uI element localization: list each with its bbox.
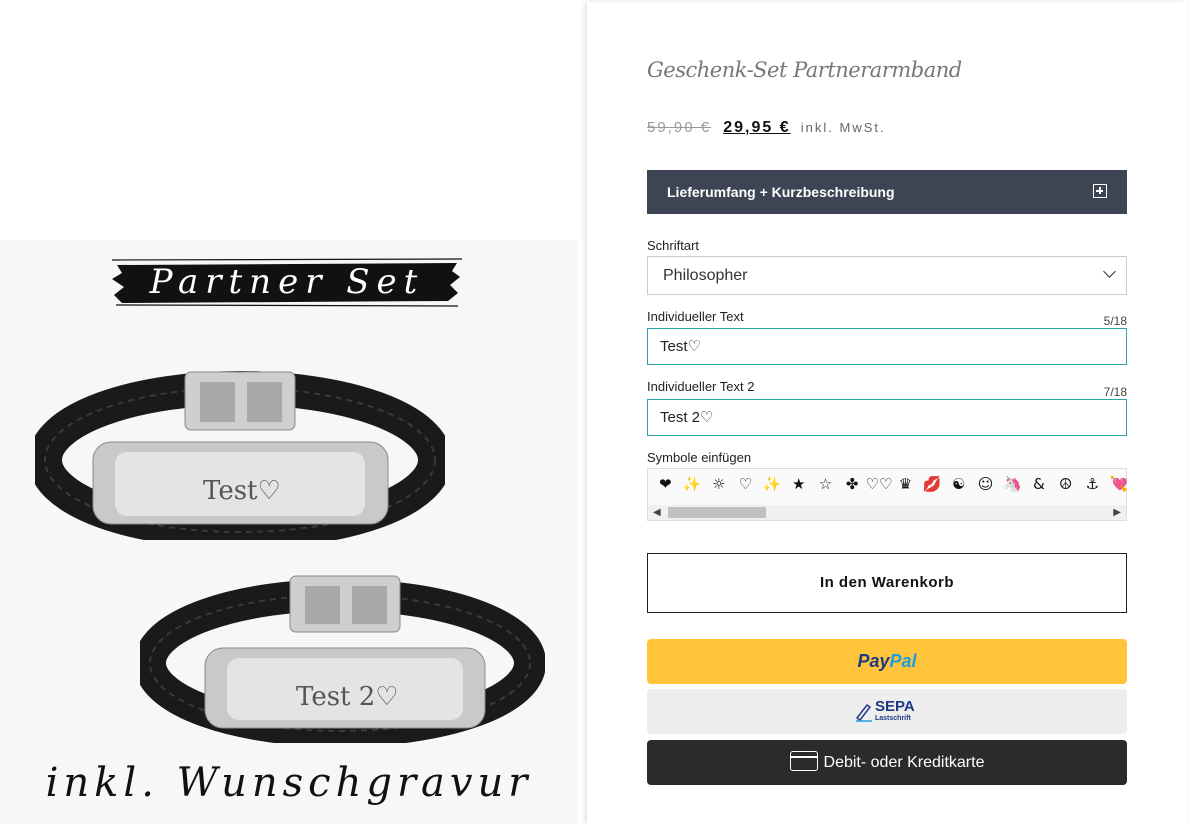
- sepa-button[interactable]: SEPA Lastschrift: [647, 689, 1127, 734]
- scroll-left-icon[interactable]: ◀: [653, 505, 661, 520]
- banner-text: Partner Set: [149, 262, 425, 302]
- old-price: 59,90 €: [647, 119, 712, 136]
- tax-note: inkl. MwSt.: [800, 120, 886, 135]
- symbol-star-outline[interactable]: ☆: [812, 475, 839, 499]
- font-select[interactable]: Philosopher: [647, 256, 1127, 295]
- symbol-lips[interactable]: 💋: [919, 475, 946, 499]
- symbol-row: ❤ ✨ ☼ ♡ ✨ ★ ☆ ✤ ♡♡ ♛ 💋 ☯ ☺ 🦄 & ☮ ⚓ 💘: [652, 475, 1132, 499]
- product-title: Geschenk-Set Partnerarmband: [647, 58, 962, 82]
- paypal-logo-pal: Pal: [889, 651, 917, 671]
- sepa-subtext: Lastschrift: [875, 715, 911, 722]
- symbols-label: Symbole einfügen: [647, 450, 752, 465]
- symbol-heart[interactable]: ❤: [652, 475, 679, 499]
- accordion-label: Lieferumfang + Kurzbeschreibung: [667, 184, 895, 200]
- pen-icon: [855, 703, 872, 722]
- symbol-yin-yang[interactable]: ☯: [946, 475, 973, 499]
- product-image-panel: Partner Set Test♡ Test 2♡ inkl. Wunschgr…: [0, 0, 578, 824]
- engraving-2: Test 2♡: [296, 682, 399, 712]
- text2-input[interactable]: Test 2♡: [647, 399, 1127, 436]
- paypal-logo-pay: Pay: [857, 651, 890, 671]
- symbol-smiley[interactable]: ☺: [972, 475, 999, 499]
- bracelet-2: [140, 575, 545, 743]
- symbol-heart-arrow[interactable]: 💘: [1106, 475, 1133, 499]
- sale-price: 29,95 €: [723, 119, 791, 136]
- product-photo: Partner Set Test♡ Test 2♡ inkl. Wunschgr…: [0, 240, 578, 824]
- symbol-sun[interactable]: ☼: [705, 475, 732, 499]
- symbol-anchor[interactable]: ⚓: [1079, 475, 1106, 499]
- symbol-scrollbar[interactable]: ◀ ▶: [648, 505, 1126, 520]
- symbol-peace[interactable]: ☮: [1052, 475, 1079, 499]
- symbol-unicorn[interactable]: 🦄: [999, 475, 1026, 499]
- card-payment-button[interactable]: Debit- oder Kreditkarte: [647, 740, 1127, 785]
- symbol-stars[interactable]: ✨: [759, 475, 786, 499]
- engraving-tagline: inkl. Wunschgravur: [45, 760, 533, 806]
- accordion-delivery-scope[interactable]: Lieferumfang + Kurzbeschreibung: [647, 170, 1127, 214]
- symbol-heart-outline[interactable]: ♡: [732, 475, 759, 499]
- text1-input[interactable]: Test♡: [647, 328, 1127, 365]
- scroll-right-icon[interactable]: ▶: [1113, 505, 1121, 520]
- sepa-text: SEPA: [875, 698, 915, 715]
- text1-counter: 5/18: [1103, 314, 1127, 328]
- text1-value: Test♡: [660, 338, 701, 355]
- text2-label: Individueller Text 2: [647, 379, 755, 394]
- chevron-down-icon: [1103, 265, 1116, 278]
- bracelet-1: [35, 371, 445, 540]
- paypal-button[interactable]: PayPal: [647, 639, 1127, 684]
- font-select-label: Schriftart: [647, 238, 700, 253]
- text2-counter: 7/18: [1103, 385, 1127, 399]
- product-form-panel: Geschenk-Set Partnerarmband 59,90 € 29,9…: [587, 2, 1187, 824]
- engraving-1: Test♡: [203, 476, 281, 506]
- price-block: 59,90 € 29,95 € inkl. MwSt.: [647, 119, 886, 137]
- symbol-clover[interactable]: ✤: [839, 475, 866, 499]
- symbol-star[interactable]: ★: [785, 475, 812, 499]
- add-to-cart-button[interactable]: In den Warenkorb: [647, 553, 1127, 613]
- symbol-picker: ❤ ✨ ☼ ♡ ✨ ★ ☆ ✤ ♡♡ ♛ 💋 ☯ ☺ 🦄 & ☮ ⚓ 💘 ◀ ▶: [647, 468, 1128, 521]
- symbol-ampersand[interactable]: &: [1026, 475, 1053, 499]
- symbol-sparkles[interactable]: ✨: [679, 475, 706, 499]
- font-select-value: Philosopher: [663, 267, 748, 284]
- text2-value: Test 2♡: [660, 409, 714, 426]
- sepa-logo: SEPA Lastschrift: [855, 698, 925, 726]
- symbol-double-heart[interactable]: ♡♡: [866, 475, 893, 499]
- plus-square-icon[interactable]: [1093, 184, 1107, 198]
- credit-card-icon: [789, 750, 818, 771]
- symbol-crown[interactable]: ♛: [892, 475, 919, 499]
- scrollbar-thumb[interactable]: [668, 507, 766, 518]
- text1-label: Individueller Text: [647, 309, 744, 324]
- card-button-label: Debit- oder Kreditkarte: [823, 754, 985, 771]
